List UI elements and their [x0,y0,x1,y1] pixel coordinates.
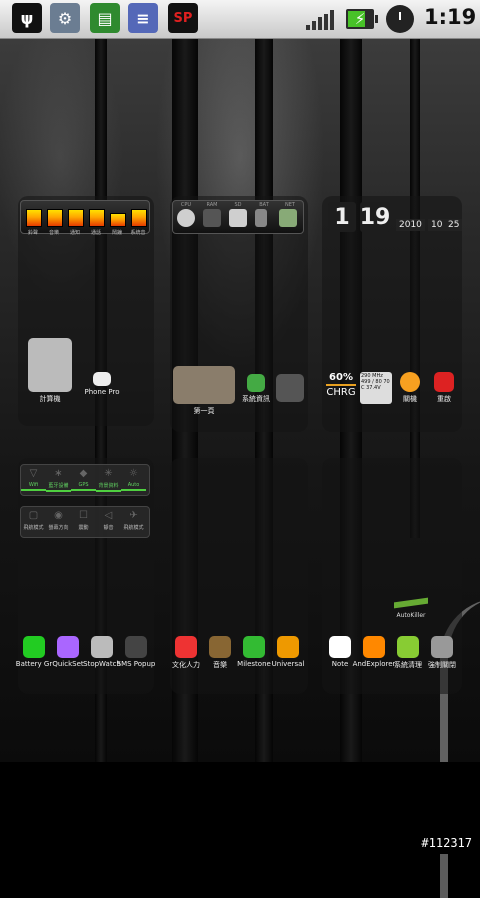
info-icon [247,374,265,392]
volume-widget[interactable]: 鈴聲 音樂 通知 通話 鬧鐘 系統音 [20,200,150,236]
volume-label: 系統音 [130,230,146,236]
device-label: CPU [180,202,192,208]
app-restart[interactable]: 重啟 [418,372,470,404]
device-label: NET [285,202,295,208]
app-trash[interactable] [264,374,316,404]
robot-icon [397,636,419,658]
note-icon [329,636,351,658]
device-label: BAT [259,202,269,208]
kill-icon [431,636,453,658]
battery-percent: 60% [329,372,353,383]
phone-icon [93,372,111,386]
calculator-icon [28,338,72,392]
app-label: Universal [271,660,305,668]
toggle-vibrate[interactable]: ☐ 震動 [71,510,96,531]
app-photo[interactable]: 第一頁 [172,366,236,416]
usb-icon: ψ [12,3,42,33]
toggle-airplane-2[interactable]: ✈ 飛航模式 [121,510,146,531]
app-label: SMS Popup [116,660,156,668]
chip-icon [203,209,221,227]
volume-label: 鬧鐘 [111,230,122,236]
clock-minute[interactable]: 19 [360,202,390,232]
android-icon [243,636,265,658]
autokiller-icon [394,597,428,609]
book-icon: ▤ [90,3,120,33]
cube-icon [175,636,197,658]
alarm-icon [386,5,414,33]
toggle-background[interactable]: ✳ 背景資料 [96,468,121,492]
battery-widget[interactable]: 60% CHRG [324,372,358,398]
volume-label: 音樂 [48,230,59,236]
quickset-icon [57,636,79,658]
gauge-icon [177,209,195,227]
toggle-orientation[interactable]: ◉ 螢幕方向 [46,510,71,531]
volume-label: 通話 [90,230,101,236]
network-icon [279,209,297,227]
battery-small-icon [255,209,267,227]
toggle-mute[interactable]: ◁ 靜音 [96,510,121,531]
app-kill[interactable]: 強制關閉 [418,636,466,670]
clock-month: 10 [428,219,446,231]
sp-icon: SP [168,3,198,33]
autokiller-widget[interactable]: AutoKiller [394,597,428,619]
explorer-icon [363,636,385,658]
stopwatch-icon [91,636,113,658]
app-unlock[interactable]: Universal [264,636,312,668]
status-clock: 1:19 [424,5,477,29]
clock-year: 2010 [396,219,425,231]
sms-icon [125,636,147,658]
settings-icon: ⚙ [50,3,80,33]
list-icon: ≡ [128,3,158,33]
device-label: RAM [206,202,218,208]
volume-label: 鈴聲 [27,230,38,236]
battery-icon: ⚡ [346,9,378,29]
photo-icon [173,366,235,404]
app-phone-pro[interactable]: Phone Pro [76,372,128,396]
power-icon [400,372,420,392]
clock-day: 25 [445,219,463,231]
unlock-icon [277,636,299,658]
device-monitor-widget[interactable]: CPU RAM SD BAT NET [172,200,304,234]
status-bar[interactable]: ψ ⚙ ▤ ≡ SP ⚡ 1:19 [0,0,480,39]
app-sms[interactable]: SMS Popup [112,636,160,668]
clock-hour[interactable]: 1 [328,202,356,232]
battery-state: CHRG [326,387,356,398]
app-label: 強制關閉 [428,661,456,669]
drive-icon [229,209,247,227]
watermark: #112317 [421,836,472,850]
toggle-auto[interactable]: ☼ Auto [121,468,146,491]
music-icon [209,636,231,658]
signal-icon [306,10,340,30]
device-label: SD [234,202,242,208]
toggle-airplane[interactable]: ▢ 飛航模式 [21,510,46,531]
toggle-gps[interactable]: ◆ GPS [71,468,96,491]
battery-graph-icon [23,636,45,658]
volume-label: 通知 [69,230,80,236]
toggle-bar-1: ▽ Wifi ∗ 藍牙設備 ◆ GPS ✳ 背景資料 ☼ Auto [20,464,150,496]
dock-area: #112317 [0,762,480,854]
toggle-wifi[interactable]: ▽ Wifi [21,468,46,491]
trash-icon [276,374,304,402]
app-calculator[interactable]: 計算機 [24,338,76,404]
restart-icon [434,372,454,392]
toggle-bar-2: ▢ 飛航模式 ◉ 螢幕方向 ☐ 震動 ◁ 靜音 ✈ 飛航模式 [20,506,150,538]
toggle-bluetooth[interactable]: ∗ 藍牙設備 [46,468,71,492]
